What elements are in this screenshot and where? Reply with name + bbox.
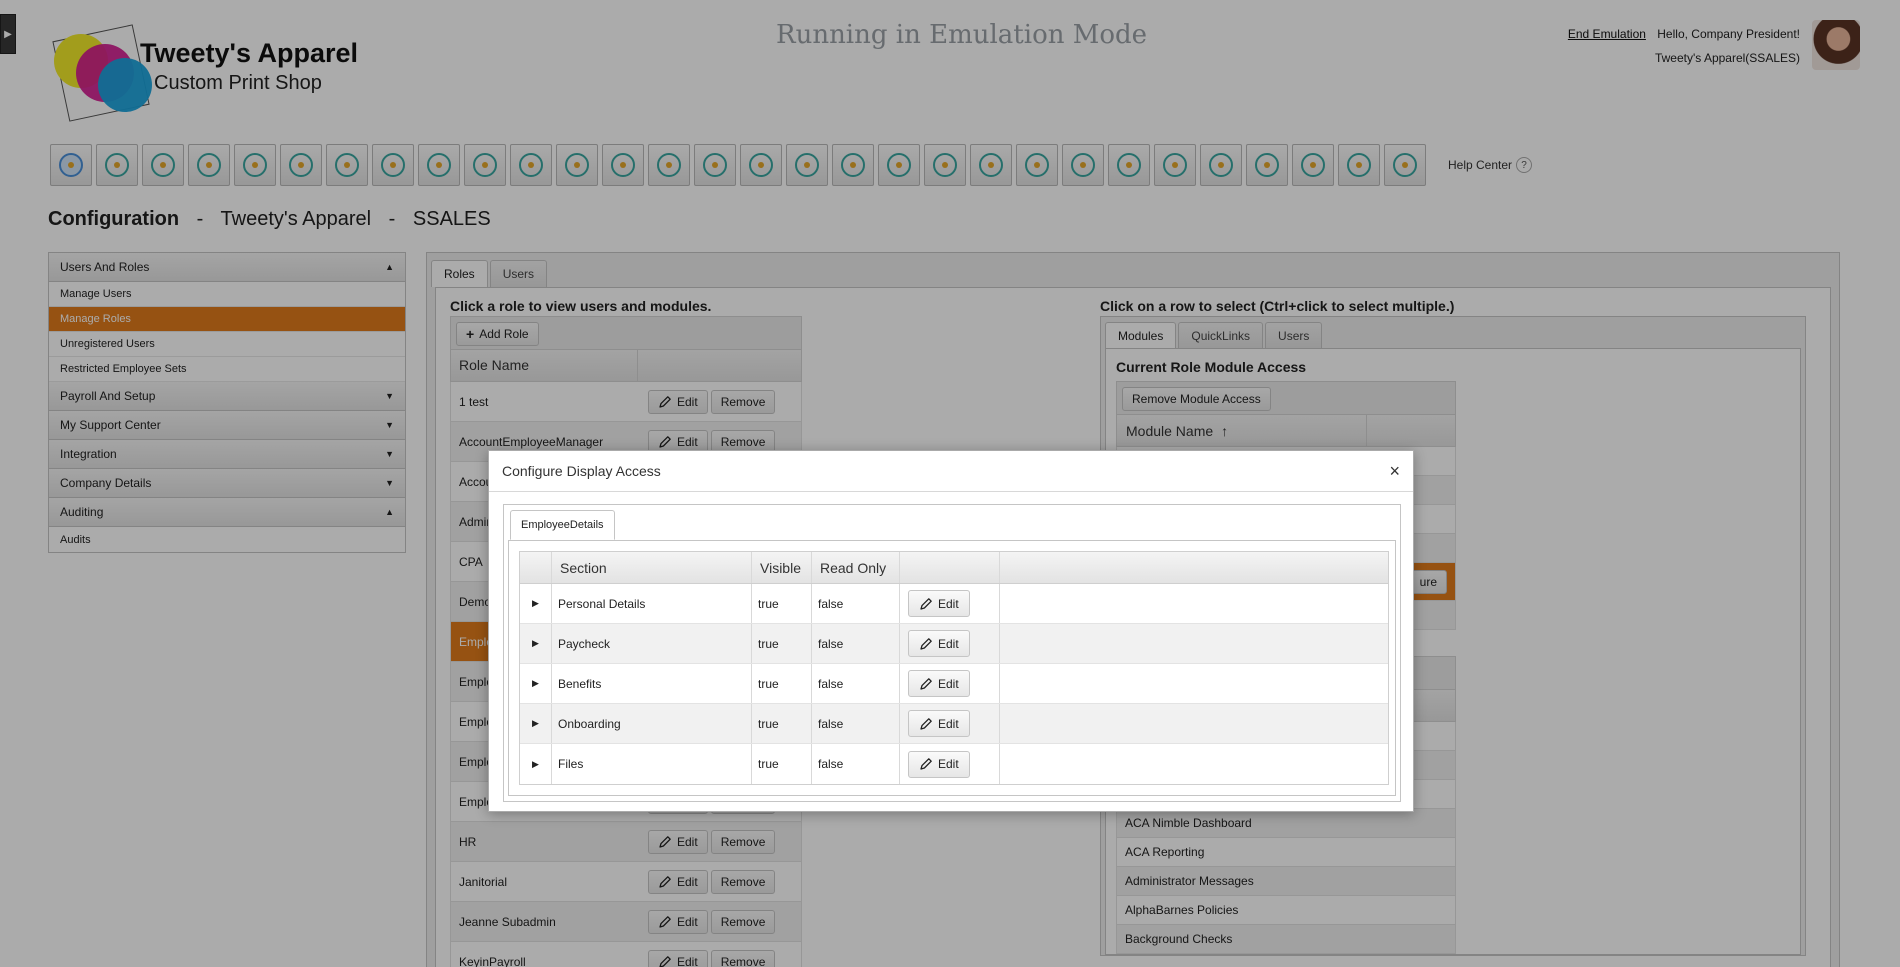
table-row[interactable]: ▶ Files true false Edit xyxy=(520,744,1388,784)
edit-label: Edit xyxy=(938,757,959,771)
section-cell: Onboarding xyxy=(552,704,752,743)
expand-arrow-icon: ▶ xyxy=(532,638,539,648)
configure-display-access-dialog: Configure Display Access × EmployeeDetai… xyxy=(488,450,1414,812)
filler-cell xyxy=(1000,664,1388,703)
filler-cell xyxy=(1000,744,1388,784)
edit-section-button[interactable]: Edit xyxy=(908,750,970,778)
table-row[interactable]: ▶ Personal Details true false Edit xyxy=(520,584,1388,624)
visible-cell: true xyxy=(752,584,812,623)
tab-employee-details[interactable]: EmployeeDetails xyxy=(510,510,615,540)
edit-label: Edit xyxy=(938,636,959,651)
visible-cell: true xyxy=(752,624,812,663)
dialog-title: Configure Display Access xyxy=(502,463,661,479)
visible-cell: true xyxy=(752,744,812,784)
actions-cell: Edit xyxy=(900,744,1000,784)
dialog-tabs: EmployeeDetails xyxy=(508,509,1396,540)
expand-row-button[interactable]: ▶ xyxy=(520,664,552,703)
dialog-titlebar: Configure Display Access × xyxy=(489,451,1413,492)
edit-section-button[interactable]: Edit xyxy=(908,630,970,657)
edit-label: Edit xyxy=(938,676,959,691)
read-only-cell: false xyxy=(812,664,900,703)
edit-label: Edit xyxy=(938,716,959,731)
dialog-body: EmployeeDetails Section Visible Read Onl… xyxy=(503,504,1401,802)
pencil-icon xyxy=(920,758,932,770)
filler-cell xyxy=(1000,624,1388,663)
filler-cell xyxy=(1000,704,1388,743)
expand-column-header xyxy=(520,552,552,583)
display-access-grid-header: Section Visible Read Only xyxy=(520,552,1388,584)
read-only-header[interactable]: Read Only xyxy=(812,552,900,583)
table-row[interactable]: ▶ Onboarding true false Edit xyxy=(520,704,1388,744)
expand-arrow-icon: ▶ xyxy=(532,718,539,728)
dialog-tab-content: Section Visible Read Only ▶ Personal Deta… xyxy=(508,540,1396,796)
edit-section-button[interactable]: Edit xyxy=(908,590,970,617)
pencil-icon xyxy=(920,677,932,690)
section-cell: Files xyxy=(552,744,752,784)
expand-row-button[interactable]: ▶ xyxy=(520,744,552,784)
pencil-icon xyxy=(920,717,932,730)
edit-label: Edit xyxy=(938,596,959,611)
actions-cell: Edit xyxy=(900,624,1000,663)
table-row[interactable]: ▶ Paycheck true false Edit xyxy=(520,624,1388,664)
read-only-cell: false xyxy=(812,624,900,663)
pencil-icon xyxy=(920,597,932,610)
table-row[interactable]: ▶ Benefits true false Edit xyxy=(520,664,1388,704)
actions-cell: Edit xyxy=(900,664,1000,703)
read-only-cell: false xyxy=(812,704,900,743)
close-icon[interactable]: × xyxy=(1389,462,1400,480)
display-access-grid-body: ▶ Personal Details true false Edit ▶ Paycheck t… xyxy=(520,584,1388,784)
section-cell: Benefits xyxy=(552,664,752,703)
visible-header[interactable]: Visible xyxy=(752,552,812,583)
section-cell: Paycheck xyxy=(552,624,752,663)
display-access-grid: Section Visible Read Only ▶ Personal Deta… xyxy=(519,551,1389,785)
visible-cell: true xyxy=(752,664,812,703)
edit-section-button[interactable]: Edit xyxy=(908,670,970,697)
filler-cell xyxy=(1000,584,1388,623)
edit-section-button[interactable]: Edit xyxy=(908,710,970,737)
expand-arrow-icon: ▶ xyxy=(532,598,539,608)
expand-row-button[interactable]: ▶ xyxy=(520,704,552,743)
expand-arrow-icon: ▶ xyxy=(532,678,539,688)
expand-row-button[interactable]: ▶ xyxy=(520,624,552,663)
actions-cell: Edit xyxy=(900,704,1000,743)
visible-cell: true xyxy=(752,704,812,743)
pencil-icon xyxy=(920,637,932,650)
filler-header xyxy=(1000,552,1388,583)
actions-cell: Edit xyxy=(900,584,1000,623)
read-only-cell: false xyxy=(812,744,900,784)
section-cell: Personal Details xyxy=(552,584,752,623)
section-header[interactable]: Section xyxy=(552,552,752,583)
actions-header xyxy=(900,552,1000,583)
read-only-cell: false xyxy=(812,584,900,623)
expand-row-button[interactable]: ▶ xyxy=(520,584,552,623)
expand-arrow-icon: ▶ xyxy=(532,758,539,769)
